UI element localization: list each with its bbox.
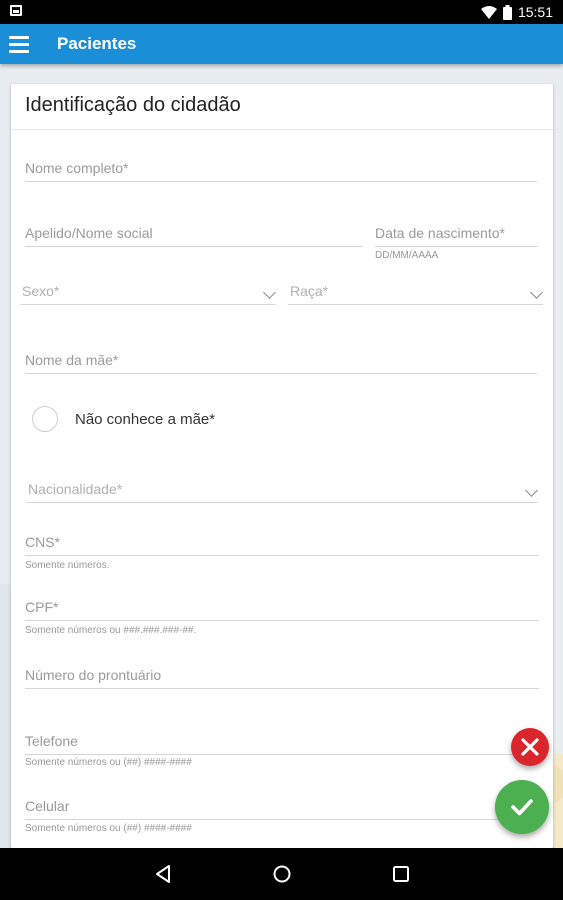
sexo-select[interactable]: Sexo* [20,280,276,305]
prontuario-label: Número do prontuário [25,667,162,683]
nome-completo-label: Nome completo* [25,160,129,176]
raca-label: Raça* [290,283,329,299]
nacionalidade-select[interactable]: Nacionalidade* [26,478,538,503]
form-card: Identificação do cidadão Nome completo* … [11,84,553,848]
nome-mae-field[interactable]: Nome da mãe* [25,349,537,374]
card-header: Identificação do cidadão [11,84,553,130]
back-icon[interactable] [154,864,172,884]
chevron-down-icon [263,286,276,299]
recents-icon[interactable] [392,864,410,884]
cancel-button[interactable] [511,728,549,766]
celular-hint: Somente números ou (##) ####-#### [25,823,192,834]
nome-mae-label: Nome da mãe* [25,352,119,368]
data-nascimento-field[interactable]: Data de nascimento* [375,222,538,247]
status-bar: 15:51 [0,0,563,24]
data-nascimento-hint: DD/MM/AAAA [375,250,439,261]
home-icon[interactable] [272,864,292,884]
status-icons: 15:51 [480,3,553,21]
wifi-icon [480,5,497,19]
check-icon [511,799,533,816]
prontuario-field[interactable]: Número do prontuário [25,664,539,689]
nao-conhece-mae-radio[interactable] [32,406,58,432]
telefone-field[interactable]: Telefone [25,730,539,755]
status-time: 15:51 [517,4,553,20]
apelido-field[interactable]: Apelido/Nome social [25,222,363,247]
telefone-hint: Somente números ou (##) ####-#### [25,757,192,768]
cns-label: CNS* [25,534,61,550]
navigation-bar [0,848,563,900]
cns-field[interactable]: CNS* [25,531,539,556]
sexo-label: Sexo* [22,283,60,299]
nacionalidade-label: Nacionalidade* [28,481,123,497]
confirm-button[interactable] [495,780,549,834]
cpf-field[interactable]: CPF* [25,596,539,621]
celular-label: Celular [25,798,70,814]
chevron-down-icon [530,286,543,299]
app-bar: Pacientes [0,24,563,64]
close-icon [521,738,539,756]
celular-field[interactable]: Celular [25,795,539,820]
telefone-label: Telefone [25,733,78,749]
data-nascimento-label: Data de nascimento* [375,225,505,241]
cns-hint: Somente números. [25,560,110,571]
chevron-down-icon [525,484,538,497]
nao-conhece-mae-label: Não conhece a mãe* [75,411,216,428]
raca-select[interactable]: Raça* [288,280,543,305]
apelido-label: Apelido/Nome social [25,225,153,241]
screenshot-icon [10,5,22,16]
menu-icon[interactable] [9,36,29,53]
nome-completo-field[interactable]: Nome completo* [25,157,537,182]
card-title: Identificação do cidadão [25,94,241,116]
battery-icon [502,4,512,20]
cpf-hint: Somente números ou ###.###.###-##. [25,625,197,636]
cpf-label: CPF* [25,599,59,615]
app-title: Pacientes [57,34,137,53]
